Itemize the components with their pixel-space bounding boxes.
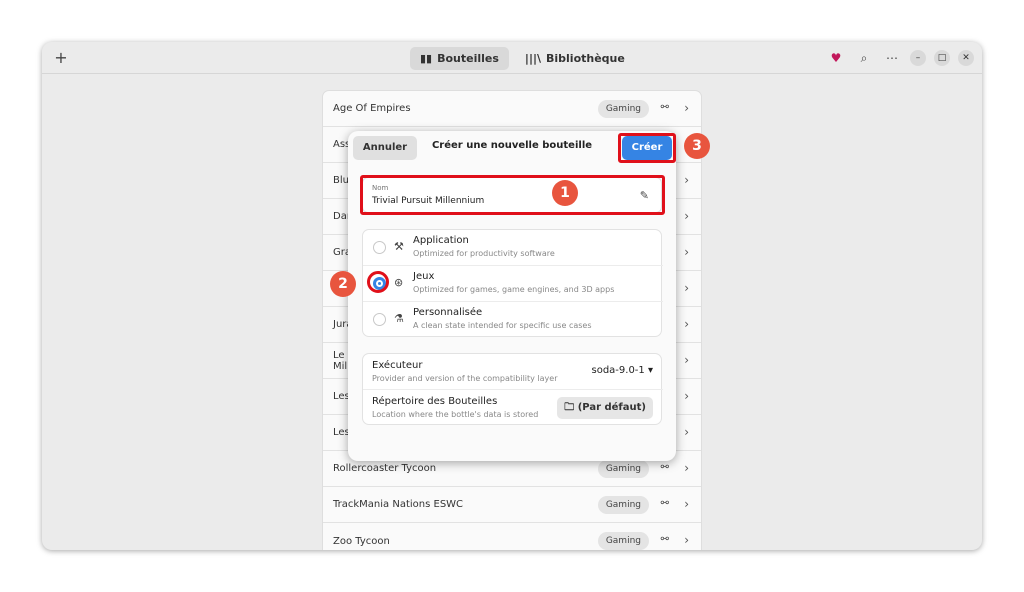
library-icon: |||\ <box>524 52 541 65</box>
chevron-right-icon: › <box>684 425 689 439</box>
bottles-icon: ▮▮ <box>420 52 433 65</box>
chevron-right-icon: › <box>684 353 689 367</box>
bottle-row[interactable]: TrackMania Nations ESWC Gaming ⚯ › <box>323 487 701 523</box>
option-title: Jeux <box>413 271 435 282</box>
cancel-button[interactable]: Annuler <box>353 136 417 160</box>
dialog-title: Créer une nouvelle bouteille <box>431 140 593 151</box>
headerbar-actions: ♥ ⌕ ⋯ – □ ✕ <box>826 48 974 68</box>
chevron-right-icon: › <box>684 173 689 187</box>
option-application[interactable]: ⚒ Application Optimized for productivity… <box>363 230 663 266</box>
chevron-right-icon: › <box>684 317 689 331</box>
bottle-tag: Gaming <box>597 496 649 514</box>
minimize-icon[interactable]: – <box>910 50 926 66</box>
bottle-name: Age Of Empires <box>333 103 411 114</box>
maximize-icon[interactable]: □ <box>934 50 950 66</box>
directory-button-label: (Par défaut) <box>577 402 646 413</box>
runner-row[interactable]: Exécuteur Provider and version of the co… <box>363 354 663 390</box>
bottle-tag: Gaming <box>597 100 649 118</box>
bottle-name: TrackMania Nations ESWC <box>333 499 464 510</box>
option-title: Application <box>413 235 469 246</box>
chevron-right-icon: › <box>684 461 689 475</box>
tab-bottles[interactable]: ▮▮ Bouteilles <box>410 47 509 70</box>
view-switcher: ▮▮ Bouteilles |||\ Bibliothèque <box>410 47 635 70</box>
gamepad-icon: ⊛ <box>394 276 404 289</box>
option-title: Personnalisée <box>413 307 483 318</box>
radio-highlight <box>367 271 389 293</box>
bottle-row[interactable]: Zoo Tycoon Gaming ⚯ › <box>323 523 701 550</box>
step-badge-2: 2 <box>330 271 356 297</box>
dropdown-arrow-icon: ▾ <box>647 365 653 376</box>
chevron-right-icon: › <box>684 209 689 223</box>
chevron-right-icon: › <box>684 101 689 115</box>
runner-value: soda-9.0-1 <box>591 365 645 376</box>
search-icon[interactable]: ⌕ <box>854 48 874 68</box>
chevron-right-icon: › <box>684 497 689 511</box>
bottle-name: Rollercoaster Tycoon <box>333 463 437 474</box>
directory-row: Répertoire des Bouteilles Location where… <box>363 390 663 426</box>
name-highlight <box>360 175 665 215</box>
more-icon[interactable]: ⋯ <box>882 48 902 68</box>
tab-bottles-label: Bouteilles <box>437 52 499 65</box>
tab-library-label: Bibliothèque <box>546 52 625 65</box>
option-subtitle: Optimized for games, game engines, and 3… <box>413 285 615 294</box>
heart-icon[interactable]: ♥ <box>826 48 846 68</box>
option-subtitle: Optimized for productivity software <box>413 249 555 258</box>
link-icon[interactable]: ⚯ <box>661 462 669 473</box>
step-badge-1: 1 <box>552 180 578 206</box>
option-custom[interactable]: ⚗ Personnalisée A clean state intended f… <box>363 302 663 338</box>
chevron-right-icon: › <box>684 533 689 547</box>
directory-button[interactable]: 🗀 (Par défaut) <box>557 397 653 419</box>
option-subtitle: A clean state intended for specific use … <box>413 321 592 330</box>
step-badge-3: 3 <box>684 133 710 159</box>
environment-options: ⚒ Application Optimized for productivity… <box>362 229 663 338</box>
directory-title: Répertoire des Bouteilles <box>372 396 498 407</box>
headerbar: + ▮▮ Bouteilles |||\ Bibliothèque ♥ ⌕ ⋯ … <box>42 42 982 74</box>
tab-library[interactable]: |||\ Bibliothèque <box>515 47 635 70</box>
link-icon[interactable]: ⚯ <box>661 498 669 509</box>
radio-application[interactable] <box>373 241 386 254</box>
runner-settings: Exécuteur Provider and version of the co… <box>362 353 663 426</box>
chevron-right-icon: › <box>684 245 689 259</box>
bottle-name: Blu <box>333 175 349 186</box>
directory-subtitle: Location where the bottle's data is stor… <box>372 410 539 419</box>
option-games[interactable]: ⊛ Jeux Optimized for games, game engines… <box>363 266 663 302</box>
chevron-right-icon: › <box>684 389 689 403</box>
link-icon[interactable]: ⚯ <box>661 102 669 113</box>
application-icon: ⚒ <box>394 240 404 253</box>
flask-icon: ⚗ <box>394 312 404 325</box>
runner-subtitle: Provider and version of the compatibilit… <box>372 374 558 383</box>
create-highlight <box>618 133 676 163</box>
link-icon[interactable]: ⚯ <box>661 534 669 545</box>
folder-icon: 🗀 <box>564 402 575 413</box>
bottle-row[interactable]: Age Of Empires Gaming ⚯ › <box>323 91 701 127</box>
bottle-tag: Gaming <box>597 532 649 550</box>
runner-dropdown[interactable]: soda-9.0-1 ▾ <box>591 365 653 376</box>
radio-custom[interactable] <box>373 313 386 326</box>
close-icon[interactable]: ✕ <box>958 50 974 66</box>
chevron-right-icon: › <box>684 281 689 295</box>
bottle-name: Zoo Tycoon <box>333 535 390 547</box>
new-bottle-dialog: Annuler Créer une nouvelle bouteille Cré… <box>348 131 676 461</box>
bottle-tag: Gaming <box>597 460 649 478</box>
plus-icon[interactable]: + <box>52 49 70 67</box>
runner-title: Exécuteur <box>372 360 423 371</box>
